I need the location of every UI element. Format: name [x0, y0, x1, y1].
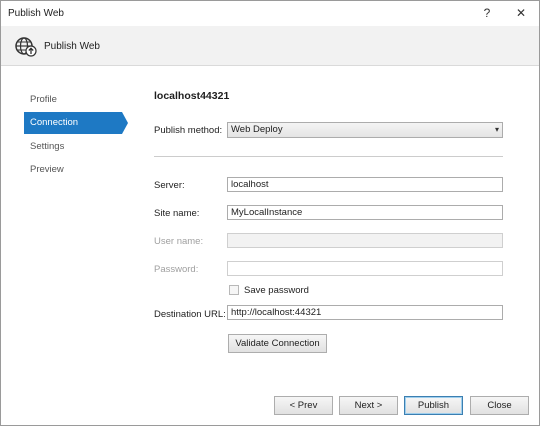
title-bar[interactable]: Publish Web ? ✕	[1, 1, 539, 26]
prev-button[interactable]: < Prev	[274, 396, 333, 415]
site-name-label: Site name:	[154, 208, 200, 219]
publish-method-value: Web Deploy	[231, 124, 283, 135]
password-label: Password:	[154, 264, 199, 275]
help-icon[interactable]: ?	[478, 4, 496, 22]
publish-button[interactable]: Publish	[404, 396, 463, 415]
header-title: Publish Web	[44, 41, 100, 52]
save-password-checkbox[interactable]	[229, 285, 239, 295]
nav-item-connection[interactable]: Connection	[24, 112, 122, 134]
publish-method-select[interactable]: Web Deploy ▾	[227, 122, 503, 138]
chevron-down-icon: ▾	[494, 125, 499, 134]
close-button[interactable]: Close	[470, 396, 529, 415]
save-password-label[interactable]: Save password	[244, 285, 309, 296]
server-label: Server:	[154, 180, 185, 191]
next-button[interactable]: Next >	[339, 396, 398, 415]
nav-item-profile[interactable]: Profile	[24, 89, 122, 111]
close-icon[interactable]: ✕	[512, 4, 530, 22]
dialog-header: Publish Web	[1, 26, 539, 66]
server-input[interactable]: localhost	[227, 177, 503, 192]
nav-item-settings[interactable]: Settings	[24, 136, 122, 158]
section-divider	[154, 156, 503, 157]
validate-connection-button[interactable]: Validate Connection	[228, 334, 327, 353]
site-name-input[interactable]: MyLocalInstance	[227, 205, 503, 220]
user-name-input[interactable]	[227, 233, 503, 248]
destination-url-input[interactable]: http://localhost:44321	[227, 305, 503, 320]
window-title: Publish Web	[8, 8, 64, 19]
active-nav-pointer	[122, 112, 128, 134]
password-input[interactable]	[227, 261, 503, 276]
globe-publish-icon	[15, 37, 37, 57]
user-name-label: User name:	[154, 236, 204, 247]
nav-item-preview[interactable]: Preview	[24, 159, 122, 181]
destination-url-label: Destination URL:	[154, 309, 226, 320]
publish-web-dialog: Publish Web ? ✕ Publish Web Profile Conn…	[0, 0, 540, 426]
profile-name: localhost44321	[154, 90, 230, 102]
publish-method-label: Publish method:	[154, 125, 223, 136]
